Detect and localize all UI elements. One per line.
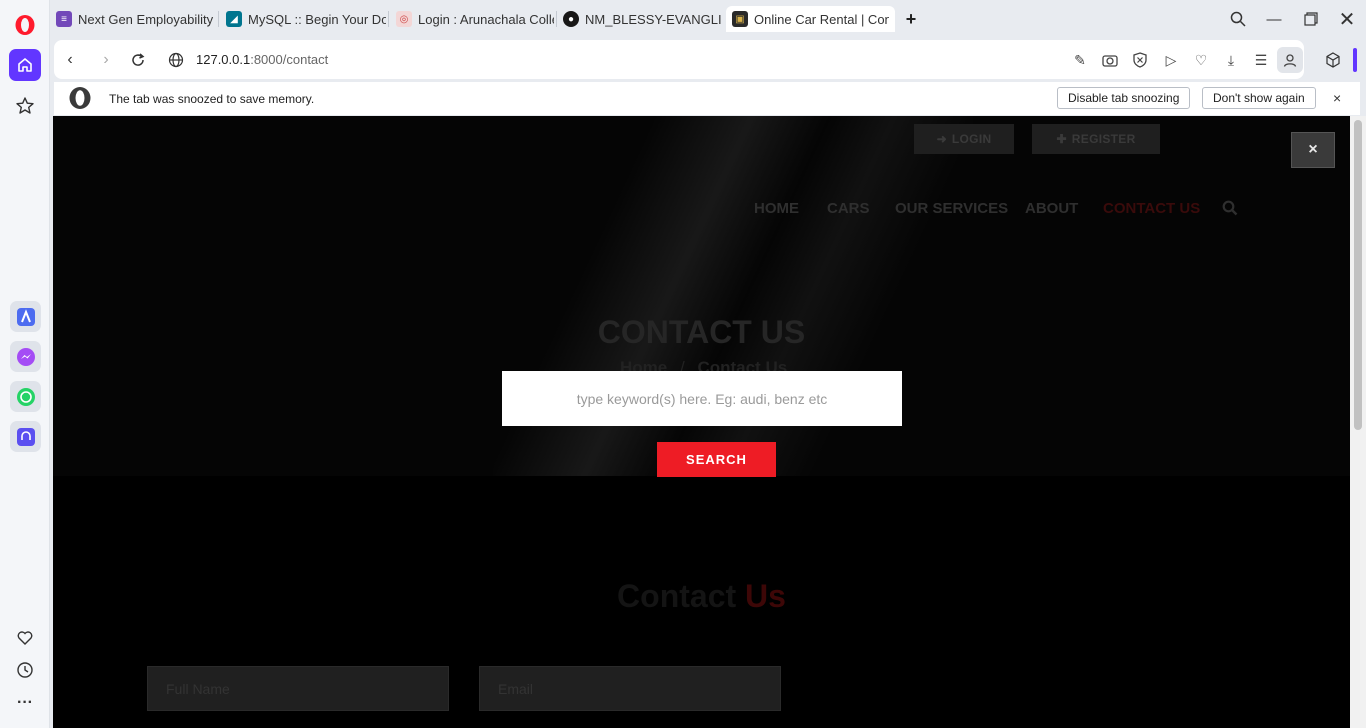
tab-search-icon[interactable] [1227,8,1249,30]
edit-page-icon[interactable]: ✎ [1071,51,1089,69]
full-name-field[interactable]: Full Name [147,666,449,711]
tab-title: Login : Arunachala College [418,11,554,27]
search-icon[interactable] [1222,200,1238,216]
car-rental-icon: ▣ [732,11,748,27]
aria-icon[interactable] [10,301,41,332]
url-path: :8000/contact [250,52,329,67]
infobar-message: The tab was snoozed to save memory. [109,92,315,106]
tab-title: MySQL :: Begin Your Down [248,11,386,27]
browser-window: ··· ≡ Next Gen Employability Pr ◢ MySQL … [0,0,1366,728]
close-search-overlay-button[interactable]: × [1291,132,1335,168]
email-field[interactable]: Email [479,666,781,711]
tab-divider [388,11,389,27]
heart-icon[interactable] [15,628,35,648]
profile-avatar-icon[interactable] [1277,47,1303,73]
history-clock-icon[interactable] [15,660,35,680]
nav-our-services[interactable]: OUR SERVICES [895,200,1008,217]
login-button[interactable]: ➜ LOGIN [914,124,1014,154]
tab-college-login[interactable]: ◎ Login : Arunachala College [396,6,554,32]
ad-blocker-icon[interactable] [1131,51,1149,69]
tab-divider [218,11,219,27]
address-bar: ‹ › 127.0.0.1:8000/contact ✎ ▷ ♡ ⤓ ☰ [54,40,1304,79]
search-button[interactable]: SEARCH [657,442,776,477]
bookmarks-star-icon[interactable] [15,96,35,116]
tab-snoozed-infobar: The tab was snoozed to save memory. Disa… [54,82,1360,115]
tab-github[interactable]: ● NM_BLESSY-EVANGLINE_ [563,6,721,32]
register-button[interactable]: ✚ REGISTER [1032,124,1160,154]
github-icon: ● [563,11,579,27]
contact-section-heading: Contact Us [53,578,1350,615]
tab-strip: ≡ Next Gen Employability Pr ◢ MySQL :: B… [50,0,1366,38]
nav-cars[interactable]: CARS [827,200,870,217]
new-tab-plus-icon[interactable]: + [902,9,920,29]
heading-first-word: Contact [617,578,737,614]
disable-tab-snoozing-button[interactable]: Disable tab snoozing [1057,87,1191,109]
tab-employability[interactable]: ≡ Next Gen Employability Pr [56,6,216,32]
infobar-close-icon[interactable]: × [1333,90,1341,106]
nav-home[interactable]: HOME [754,200,799,217]
url-host: 127.0.0.1 [196,52,251,67]
heading-accent-word: Us [745,578,786,614]
tab-title: Online Car Rental | Contac [754,11,889,27]
home-icon[interactable] [9,49,41,81]
site-info-globe-icon[interactable] [166,50,186,70]
opera-sidebar: ··· [0,0,50,728]
mysql-icon: ◢ [226,11,242,27]
tab-title: NM_BLESSY-EVANGLINE_ [585,11,721,27]
login-label: LOGIN [951,132,992,146]
login-icon: ➜ [936,132,947,146]
messenger-icon[interactable] [10,341,41,372]
search-input[interactable] [502,371,902,426]
opera-logo-icon [69,87,91,109]
extensions-cube-icon[interactable] [1316,48,1350,72]
scrollbar-thumb[interactable] [1354,120,1362,430]
nav-contact-us[interactable]: CONTACT US [1103,200,1200,217]
reload-icon[interactable] [128,50,148,70]
page-scrollbar[interactable] [1350,116,1366,728]
add-user-icon: ✚ [1056,132,1067,146]
tab-mysql[interactable]: ◢ MySQL :: Begin Your Down [226,6,386,32]
close-window-icon[interactable]: ✕ [1336,8,1358,31]
forward-arrow-icon[interactable]: › [96,50,116,70]
opera-logo-icon[interactable] [14,14,36,36]
player-play-icon[interactable]: ▷ [1162,51,1180,69]
register-label: REGISTER [1071,132,1136,146]
favorite-heart-icon[interactable]: ♡ [1192,51,1210,69]
easy-setup-icon[interactable]: ☰ [1252,51,1270,69]
downloads-icon[interactable]: ⤓ [1222,51,1240,69]
nav-about[interactable]: ABOUT [1025,200,1078,217]
back-arrow-icon[interactable]: ‹ [60,50,80,70]
minimize-icon[interactable]: — [1263,8,1285,30]
snapshot-camera-icon[interactable] [1101,51,1119,69]
tab-title: Next Gen Employability Pr [78,11,216,27]
whatsapp-icon[interactable] [10,381,41,412]
tab-car-rental[interactable]: ▣ Online Car Rental | Contac [726,6,895,32]
more-options-icon[interactable]: ··· [15,693,35,713]
tab-divider [556,11,557,27]
dont-show-again-button[interactable]: Don't show again [1202,87,1316,109]
forms-icon: ≡ [56,11,72,27]
url-field[interactable]: 127.0.0.1:8000/contact [196,52,328,67]
sidebar-toggle-accent [1353,48,1357,72]
music-player-icon[interactable] [10,421,41,452]
restore-icon[interactable] [1300,8,1322,30]
college-icon: ◎ [396,11,412,27]
page-title: CONTACT US [597,314,806,350]
